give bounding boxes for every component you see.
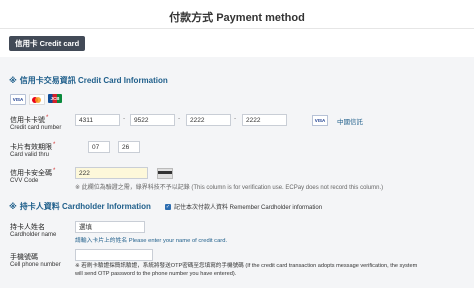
dash-separator: - <box>234 115 237 122</box>
card-info-header: ※ 信用卡交易資訊 Credit Card Information <box>9 75 168 86</box>
cardholder-name-label-en: Cardholder name <box>10 232 57 238</box>
phone-otp-note-2: will send OTP password to the phone numb… <box>75 271 237 277</box>
card-number-label-zh: 信用卡卡號 <box>10 117 45 124</box>
dash-separator: - <box>123 115 126 122</box>
jcb-logo-icon: JCB <box>48 94 62 103</box>
checkbox-checked-icon[interactable]: ✓ <box>165 203 171 210</box>
tab-credit-card[interactable]: 信用卡 Credit card <box>9 36 86 51</box>
cardholder-name-hint: 請輸入卡片上的姓名 Please enter your name of cred… <box>75 238 228 244</box>
issuing-bank: 中國信託 <box>337 119 363 126</box>
mastercard-logo-icon <box>29 94 45 105</box>
required-mark: * <box>53 142 56 148</box>
required-mark: * <box>46 115 49 121</box>
header-divider <box>0 28 474 29</box>
phone-label-zh: 手機號碼 <box>10 254 38 261</box>
cvv-label: 信用卡安全碼* <box>10 168 55 178</box>
remember-cardholder-label: 記住本次付款人資料 Remember Cardholder informatio… <box>174 205 323 211</box>
dash-separator: - <box>178 115 181 122</box>
cardholder-name-input[interactable]: 選填 <box>75 221 145 233</box>
valid-thru-label-zh: 卡片有效期限 <box>10 144 52 151</box>
cvv-note: ※ 此欄位為驗證之需，綠界科技不予以記錄 (This column is for… <box>75 185 384 191</box>
valid-thru-label: 卡片有效期限* <box>10 142 55 152</box>
cvv-card-back-icon <box>157 168 173 179</box>
phone-input[interactable] <box>75 249 153 261</box>
card-number-input-3[interactable]: 2222 <box>186 114 231 126</box>
accepted-cards: VISA JCB <box>10 94 62 105</box>
card-number-input-2[interactable]: 9522 <box>130 114 175 126</box>
cvv-input[interactable]: 222 <box>75 167 148 179</box>
cardholder-info-header-text: 持卡人資料 Cardholder Information <box>19 202 151 211</box>
section-mark-icon: ※ <box>9 202 17 211</box>
payment-form-panel <box>0 57 474 288</box>
card-number-label: 信用卡卡號* <box>10 115 48 125</box>
cardholder-name-label-zh: 持卡人姓名 <box>10 224 45 231</box>
phone-label-en: Cell phone number <box>10 262 61 268</box>
cvv-label-en: CVV Code <box>10 178 39 184</box>
phone-otp-note-1: ※ 若刷卡驗證採簡訊驗證，系統將發送OTP密碼至您填寫的手機號碼 (If the… <box>75 263 418 269</box>
card-number-input-4[interactable]: 2222 <box>242 114 287 126</box>
detected-card-brand-icon: VISA <box>312 115 328 126</box>
section-mark-icon: ※ <box>9 76 17 85</box>
cardholder-info-header: ※ 持卡人資料 Cardholder Information <box>9 201 151 212</box>
valid-year-input[interactable]: 26 <box>118 141 140 153</box>
valid-month-input[interactable]: 07 <box>88 141 110 153</box>
card-number-label-en: Credit card number <box>10 125 62 131</box>
page-title: 付款方式 Payment method <box>169 12 305 24</box>
required-mark: * <box>53 168 56 174</box>
remember-cardholder-checkbox[interactable]: ✓ 記住本次付款人資料 Remember Cardholder informat… <box>165 202 322 211</box>
visa-logo-icon: VISA <box>10 94 26 105</box>
cvv-label-zh: 信用卡安全碼 <box>10 170 52 177</box>
card-number-input-1[interactable]: 4311 <box>75 114 120 126</box>
card-info-header-text: 信用卡交易資訊 Credit Card Information <box>19 76 168 85</box>
valid-thru-label-en: Card valid thru <box>10 152 50 158</box>
